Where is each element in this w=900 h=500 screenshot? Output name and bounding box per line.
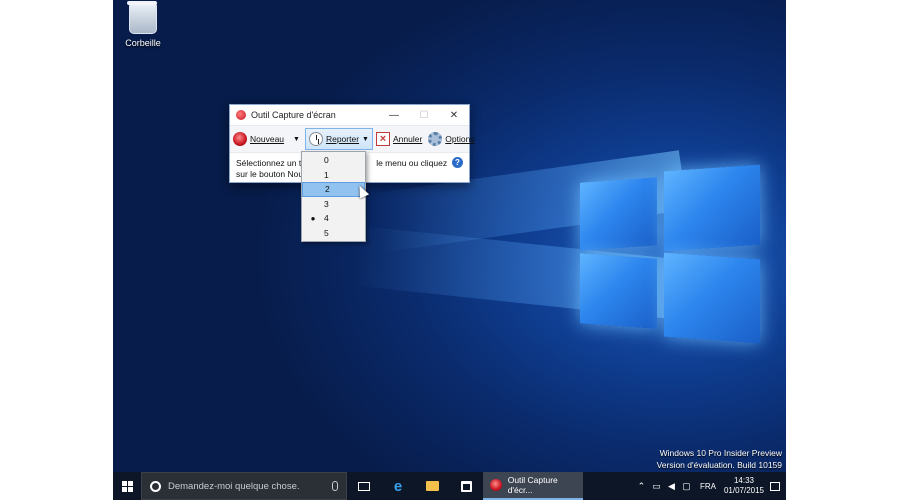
wallpaper-pane <box>664 252 760 344</box>
language-indicator[interactable]: FRA <box>700 482 716 491</box>
microphone-icon[interactable] <box>332 481 338 491</box>
delay-option[interactable]: ● 4 <box>302 211 365 226</box>
wallpaper-pane <box>580 253 657 329</box>
cancel-label: Annuler <box>392 134 423 144</box>
edge-button[interactable]: e <box>381 472 415 500</box>
clock-icon <box>308 132 323 146</box>
options-label: Options <box>445 134 475 144</box>
scissors-icon <box>233 132 247 146</box>
wallpaper-pane <box>664 164 760 252</box>
options-button[interactable]: Options <box>425 128 477 150</box>
windows-logo-icon <box>121 480 133 492</box>
clock-time: 14:33 <box>733 476 754 485</box>
delay-label: Reporter <box>325 134 360 144</box>
minimize-button[interactable]: — <box>379 105 409 125</box>
close-button[interactable]: ✕ <box>439 105 469 125</box>
watermark-line-1: Windows 10 Pro Insider Preview <box>659 448 782 458</box>
delay-button[interactable]: Reporter ▼ <box>304 128 373 150</box>
taskbar: Demandez-moi quelque chose. e Outil Capt… <box>113 472 786 500</box>
delay-option-label: 5 <box>324 227 329 238</box>
chevron-down-icon: ▼ <box>362 135 369 143</box>
action-center-icon[interactable] <box>770 481 780 491</box>
delay-option[interactable]: 1 <box>302 168 365 183</box>
desktop-icon-label: Corbeille <box>125 38 161 48</box>
network-icon[interactable]: ▭ <box>650 481 663 492</box>
task-view-icon <box>358 481 370 491</box>
new-mode-dropdown[interactable]: ▼ <box>287 128 303 150</box>
taskbar-app-label: Outil Capture d'écr... <box>507 475 558 495</box>
cancel-icon: × <box>375 132 390 146</box>
edge-icon: e <box>393 477 403 495</box>
desktop: Corbeille Windows 10 Pro Insider Preview… <box>113 0 786 500</box>
delay-option[interactable]: 0 <box>302 153 365 168</box>
help-icon[interactable]: ? <box>452 157 463 168</box>
desktop-icon-recycle-bin[interactable]: Corbeille <box>121 1 165 48</box>
watermark-line-2: Version d'évaluation. Build 10159 <box>656 460 782 470</box>
file-explorer-button[interactable] <box>415 472 449 500</box>
delay-option-label: 0 <box>324 155 329 166</box>
toolbar: Nouveau ▼ Reporter ▼ × Annuler Options <box>230 125 475 153</box>
delay-menu: 0 1 2 3 ● 4 5 <box>301 151 366 242</box>
cancel-button[interactable]: × Annuler <box>373 128 425 150</box>
new-label: Nouveau <box>250 134 285 144</box>
window-title: Outil Capture d'écran <box>251 110 336 120</box>
instruction-line-1-end: le menu ou cliquez <box>376 158 448 168</box>
delay-option-label: 3 <box>324 198 329 209</box>
maximize-button[interactable]: ☐ <box>409 105 439 125</box>
clock[interactable]: 14:33 01/07/2015 <box>724 476 764 496</box>
gear-icon <box>428 132 443 146</box>
recycle-bin-icon <box>127 1 157 34</box>
store-button[interactable] <box>449 472 483 500</box>
taskbar-app-snipping-tool[interactable]: Outil Capture d'écr... <box>483 472 583 500</box>
snipping-tool-icon <box>236 110 246 120</box>
cortana-icon <box>150 480 161 492</box>
evaluation-watermark: Windows 10 Pro Insider Preview Version d… <box>657 447 782 471</box>
window-titlebar[interactable]: Outil Capture d'écran — ☐ ✕ <box>230 105 469 125</box>
store-icon <box>460 480 472 492</box>
clock-date: 01/07/2015 <box>723 486 764 495</box>
search-placeholder: Demandez-moi quelque chose. <box>168 480 300 492</box>
task-view-button[interactable] <box>347 472 381 500</box>
delay-option-label: 1 <box>324 169 329 180</box>
delay-option-label: 2 <box>325 184 330 195</box>
show-hidden-icons-icon[interactable]: ⌃ <box>635 481 648 492</box>
chevron-down-icon: ▼ <box>293 135 300 143</box>
search-box[interactable]: Demandez-moi quelque chose. <box>141 472 347 500</box>
delay-option[interactable]: 5 <box>302 226 365 241</box>
start-button[interactable] <box>113 472 141 500</box>
delay-option-label: 4 <box>324 213 329 224</box>
wallpaper-pane <box>580 177 657 251</box>
volume-icon[interactable]: ◀ <box>665 481 678 492</box>
file-explorer-icon <box>425 481 439 491</box>
instruction-line-1: Sélectionnez un typ <box>236 158 311 168</box>
system-tray: ⌃ ▭ ◀ ▢ FRA 14:33 01/07/2015 <box>634 472 786 500</box>
message-icon[interactable]: ▢ <box>680 481 693 492</box>
selected-bullet-icon: ● <box>310 213 316 223</box>
delay-option[interactable]: 3 <box>302 197 365 212</box>
snipping-tool-icon <box>490 479 502 491</box>
new-button[interactable]: Nouveau <box>230 128 287 150</box>
